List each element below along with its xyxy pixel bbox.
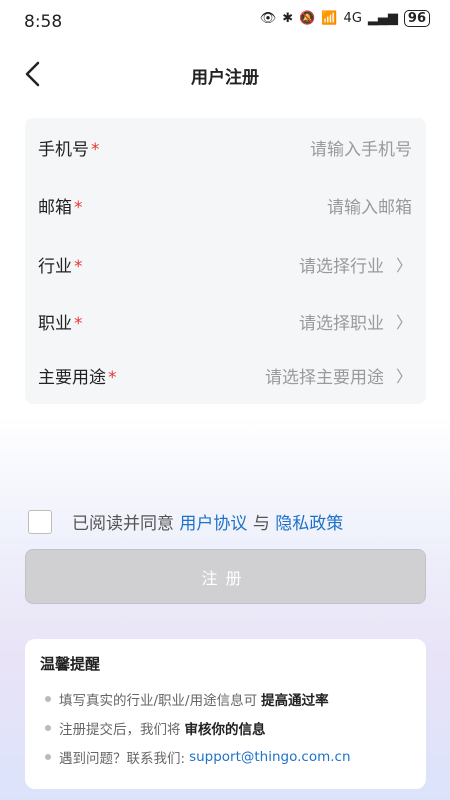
user-agreement-link[interactable]: 用户协议: [179, 514, 247, 534]
register-button[interactable]: 注册: [25, 549, 426, 604]
tip-emphasis: 提高通过率: [261, 693, 329, 709]
chevron-right-icon: 〉: [395, 313, 412, 332]
required-mark: *: [74, 197, 83, 218]
purpose-select[interactable]: 主要用途 * 请选择主要用途〉: [25, 346, 426, 404]
occupation-value[interactable]: 请选择职业〉: [299, 309, 412, 334]
tip-text: 遇到问题？联系我们:: [59, 751, 186, 767]
industry-placeholder: 请选择行业: [298, 256, 384, 277]
required-mark: *: [74, 313, 83, 334]
tip-emphasis: 审核你的信息: [184, 722, 266, 738]
bullet-icon: [45, 754, 51, 760]
email-input[interactable]: 请输入邮箱: [327, 193, 412, 218]
purpose-value[interactable]: 请选择主要用途〉: [265, 363, 412, 388]
purpose-placeholder: 请选择主要用途: [264, 367, 384, 388]
chevron-right-icon: 〉: [395, 256, 412, 275]
required-mark: *: [74, 256, 83, 277]
wifi-icon: 📶: [321, 11, 338, 26]
agreement-row: 已阅读并同意 用户协议 与 隐私政策: [28, 509, 343, 534]
email-label: 邮箱: [38, 197, 72, 218]
status-icons: 👁 ✱ 🔕 📶 4G ▂▄▆ 96: [260, 10, 430, 27]
support-email-link[interactable]: support@thingo.com.cn: [189, 749, 350, 765]
industry-value[interactable]: 请选择行业〉: [299, 252, 412, 277]
required-mark: *: [108, 367, 117, 388]
tip-item: 注册提交后，我们将 审核你的信息: [45, 718, 266, 738]
occupation-label: 职业: [38, 313, 72, 334]
page-title: 用户注册: [191, 68, 259, 88]
nav-bar: 用户注册: [0, 50, 450, 100]
email-field[interactable]: 邮箱 * 请输入邮箱: [25, 176, 426, 234]
agreement-prefix: 已阅读并同意: [72, 514, 174, 534]
tip-text: 填写真实的行业/职业/用途信息可: [59, 693, 258, 709]
agree-checkbox[interactable]: [28, 509, 52, 534]
bullet-icon: [45, 696, 51, 702]
occupation-placeholder: 请选择职业: [298, 313, 384, 334]
agreement-text: 已阅读并同意 用户协议 与 隐私政策: [72, 509, 343, 534]
industry-select[interactable]: 行业 * 请选择行业〉: [25, 235, 426, 293]
agreement-and: 与: [252, 514, 270, 534]
eye-icon: 👁: [259, 11, 277, 26]
email-placeholder: 请输入邮箱: [327, 197, 412, 218]
chevron-right-icon: 〉: [395, 367, 412, 386]
tip-item: 填写真实的行业/职业/用途信息可 提高通过率: [45, 689, 329, 709]
battery-indicator: 96: [403, 10, 430, 27]
network-label: 4G: [343, 11, 362, 26]
required-mark: *: [91, 139, 100, 160]
tips-card: 温馨提醒 填写真实的行业/职业/用途信息可 提高通过率 注册提交后，我们将 审核…: [25, 639, 426, 789]
mute-icon: 🔕: [299, 11, 316, 26]
status-time: 8:58: [24, 12, 63, 32]
bullet-icon: [45, 725, 51, 731]
industry-label: 行业: [38, 256, 72, 277]
privacy-policy-link[interactable]: 隐私政策: [275, 514, 343, 534]
registration-form: 手机号 * 请输入手机号 邮箱 * 请输入邮箱 行业 * 请选择行业〉 职业 * 请选择…: [25, 118, 426, 404]
signal-icon: ▂▄▆: [367, 11, 398, 26]
phone-field[interactable]: 手机号 * 请输入手机号: [25, 118, 426, 176]
tip-text: 注册提交后，我们将: [59, 722, 181, 738]
status-bar: 8:58 👁 ✱ 🔕 📶 4G ▂▄▆ 96: [0, 0, 450, 44]
phone-placeholder: 请输入手机号: [310, 139, 412, 160]
phone-input[interactable]: 请输入手机号: [310, 135, 412, 160]
bluetooth-icon: ✱: [282, 11, 294, 26]
purpose-label: 主要用途: [38, 367, 106, 388]
tips-title: 温馨提醒: [40, 655, 101, 673]
phone-label: 手机号: [38, 139, 89, 160]
occupation-select[interactable]: 职业 * 请选择职业〉: [25, 292, 426, 350]
tip-item: 遇到问题？联系我们: support@thingo.com.cn: [45, 747, 351, 767]
